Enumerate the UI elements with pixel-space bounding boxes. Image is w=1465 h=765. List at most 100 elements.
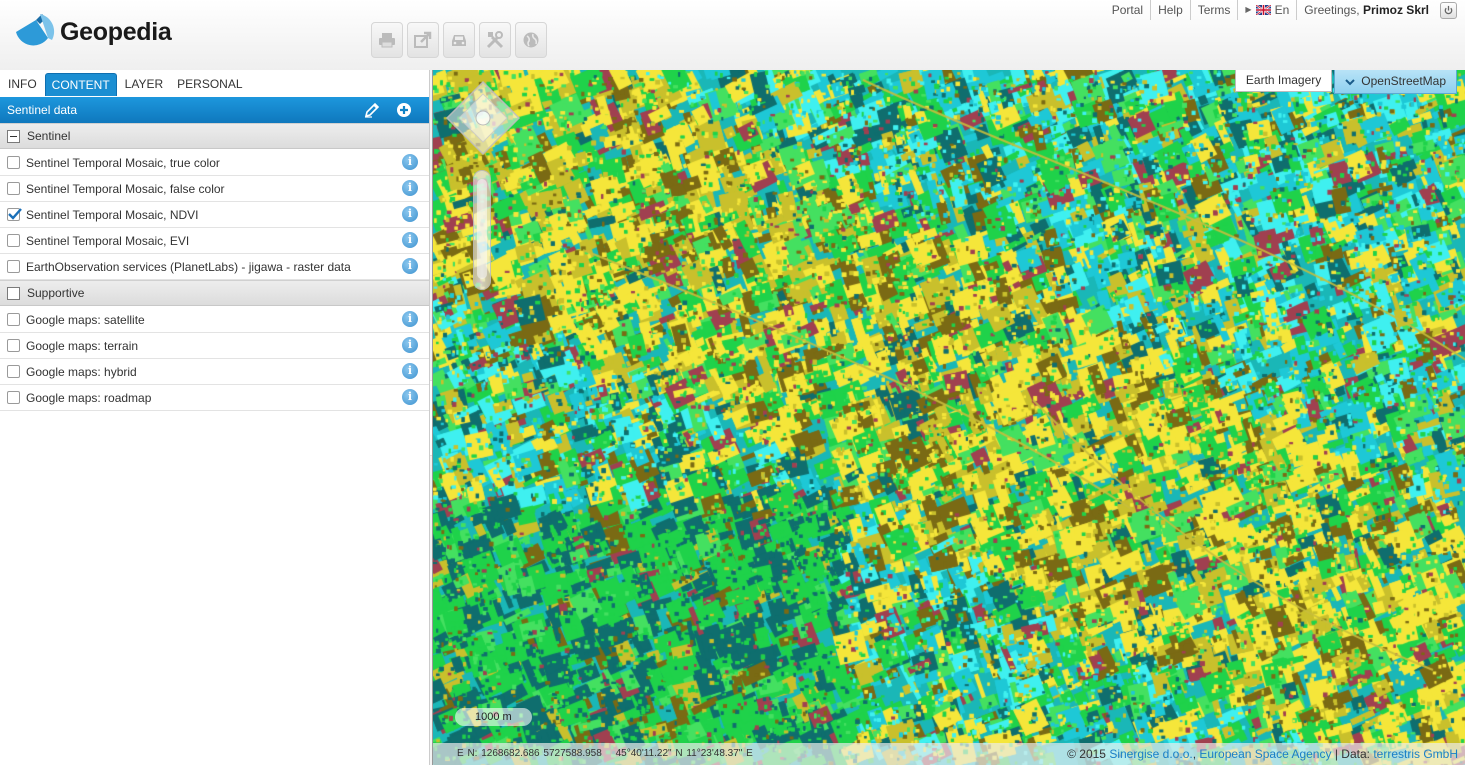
layer-row[interactable]: Google maps: satellite i [0,307,429,333]
map-viewport[interactable]: Earth Imagery OpenStreetMap 1000 m E N: … [432,70,1465,765]
info-icon[interactable]: i [402,206,418,222]
layer-checkbox[interactable] [7,156,20,169]
layer-checkbox[interactable] [7,313,20,326]
share-button[interactable] [407,22,439,58]
layer-row[interactable]: Google maps: hybrid i [0,359,429,385]
layer-checkbox[interactable] [7,391,20,404]
layer-row[interactable]: Sentinel Temporal Mosaic, EVI i [0,228,429,254]
collapse-icon[interactable] [7,129,20,143]
layer-checkbox[interactable] [7,339,20,352]
layer-row[interactable]: EarthObservation services (PlanetLabs) -… [0,254,429,280]
greeting: Greetings, Primoz Skrl [1296,0,1436,20]
info-icon[interactable]: i [402,180,418,196]
map-toolbar [371,22,547,58]
logo-text: Geopedia [60,17,172,46]
group-label: Sentinel [27,129,71,143]
globe-button[interactable] [515,22,547,58]
layer-label: Sentinel Temporal Mosaic, NDVI [26,207,199,222]
tab-layer[interactable]: LAYER [119,73,169,96]
chevron-down-icon [1345,78,1355,85]
portal-link[interactable]: Portal [1105,0,1150,20]
coordinate-readout: E N: 1268682.686 5727588.958 45°40'11.22… [457,748,763,759]
info-icon[interactable]: i [402,154,418,170]
pan-control[interactable] [445,80,521,156]
info-icon[interactable]: i [402,337,418,353]
share-icon [414,31,432,48]
copyright: © 2015 [1067,747,1106,761]
ndvi-map-layer[interactable] [433,70,1465,765]
sidebar-tabs: INFO CONTENT LAYER PERSONAL [2,73,251,97]
layer-row[interactable]: Google maps: terrain i [0,333,429,359]
info-icon[interactable]: i [402,389,418,405]
app-header: Geopedia Portal Help Terms ▶ En Greeting… [0,0,1465,70]
zoom-slider[interactable] [473,170,491,290]
basemap-switcher: Earth Imagery OpenStreetMap [1233,70,1457,94]
triangle-right-icon: ▶ [1245,5,1252,14]
group-sentinel[interactable]: Sentinel [0,123,429,149]
print-button[interactable] [371,22,403,58]
power-icon [1444,5,1453,14]
tools-icon [486,31,504,49]
layer-row[interactable]: Sentinel Temporal Mosaic, false color i [0,176,429,202]
tools-button[interactable] [479,22,511,58]
globe-icon [523,32,539,48]
group-supportive[interactable]: Supportive [0,280,429,306]
layer-label: EarthObservation services (PlanetLabs) -… [26,259,351,274]
map-credits: © 2015 Sinergise d.o.o., European Space … [1067,747,1458,761]
layer-label: Google maps: terrain [26,338,139,353]
panel-title-bar: Sentinel data [0,97,429,123]
uk-flag-icon [1255,5,1271,15]
print-icon [379,33,395,48]
logout-button[interactable] [1440,1,1457,19]
layer-label: Sentinel Temporal Mosaic, false color [26,181,225,196]
layer-checkbox-checked[interactable] [7,208,22,221]
help-link[interactable]: Help [1150,0,1190,20]
layer-checkbox[interactable] [7,182,20,195]
top-links: Portal Help Terms ▶ En Greetings, Primoz… [1105,0,1457,20]
data-prefix: | Data: [1334,747,1370,761]
credit-link-esa[interactable]: European Space Agency [1199,747,1331,761]
coords-en: E N: 1268682.686 5727588.958 [457,748,602,759]
scale-bar: 1000 m [455,708,532,726]
route-button[interactable] [443,22,475,58]
tab-info[interactable]: INFO [2,73,43,96]
layer-label: Sentinel Temporal Mosaic, true color [26,155,220,170]
logo-icon [16,14,55,46]
basemap-label: OpenStreetMap [1361,74,1446,88]
geopedia-logo[interactable]: Geopedia [12,12,172,52]
user-name[interactable]: Primoz Skrl [1363,3,1429,17]
layer-row[interactable]: Sentinel Temporal Mosaic, NDVI i [0,202,429,228]
layer-label: Google maps: hybrid [26,364,137,379]
layer-checkbox[interactable] [7,234,20,247]
group-label: Supportive [27,286,85,300]
info-icon[interactable]: i [402,232,418,248]
language-selector[interactable]: ▶ En [1237,0,1296,20]
panel-title: Sentinel data [7,103,78,117]
language-label: En [1274,3,1290,17]
credit-link-terrestris[interactable]: terrestris GmbH [1373,747,1458,761]
credit-link-sinergise[interactable]: Sinergise d.o.o. [1109,747,1192,761]
sidebar: INFO CONTENT LAYER PERSONAL Sentinel dat… [0,70,430,765]
greeting-prefix: Greetings, [1304,3,1360,17]
car-icon [452,35,466,46]
info-icon[interactable]: i [402,311,418,327]
tab-content[interactable]: CONTENT [44,73,117,96]
layer-checkbox[interactable] [7,365,20,378]
info-icon[interactable]: i [402,363,418,379]
add-icon[interactable] [395,101,413,119]
basemap-earth-imagery[interactable]: Earth Imagery [1234,70,1333,92]
layer-checkbox[interactable] [7,260,20,273]
layer-label: Google maps: roadmap [26,390,152,405]
coords-latlon: 45°40'11.22" N 11°23'48.37" E [615,748,753,759]
edit-icon[interactable] [363,101,381,119]
layer-label: Sentinel Temporal Mosaic, EVI [26,233,190,248]
layer-row[interactable]: Sentinel Temporal Mosaic, true color i [0,150,429,176]
tab-personal[interactable]: PERSONAL [171,73,248,96]
group-checkbox[interactable] [7,286,20,300]
map-footer: E N: 1268682.686 5727588.958 45°40'11.22… [433,743,1465,765]
basemap-openstreetmap[interactable]: OpenStreetMap [1334,70,1457,94]
terms-link[interactable]: Terms [1189,0,1238,20]
checkmark-icon [8,208,22,220]
info-icon[interactable]: i [402,258,418,274]
layer-row[interactable]: Google maps: roadmap i [0,385,429,411]
